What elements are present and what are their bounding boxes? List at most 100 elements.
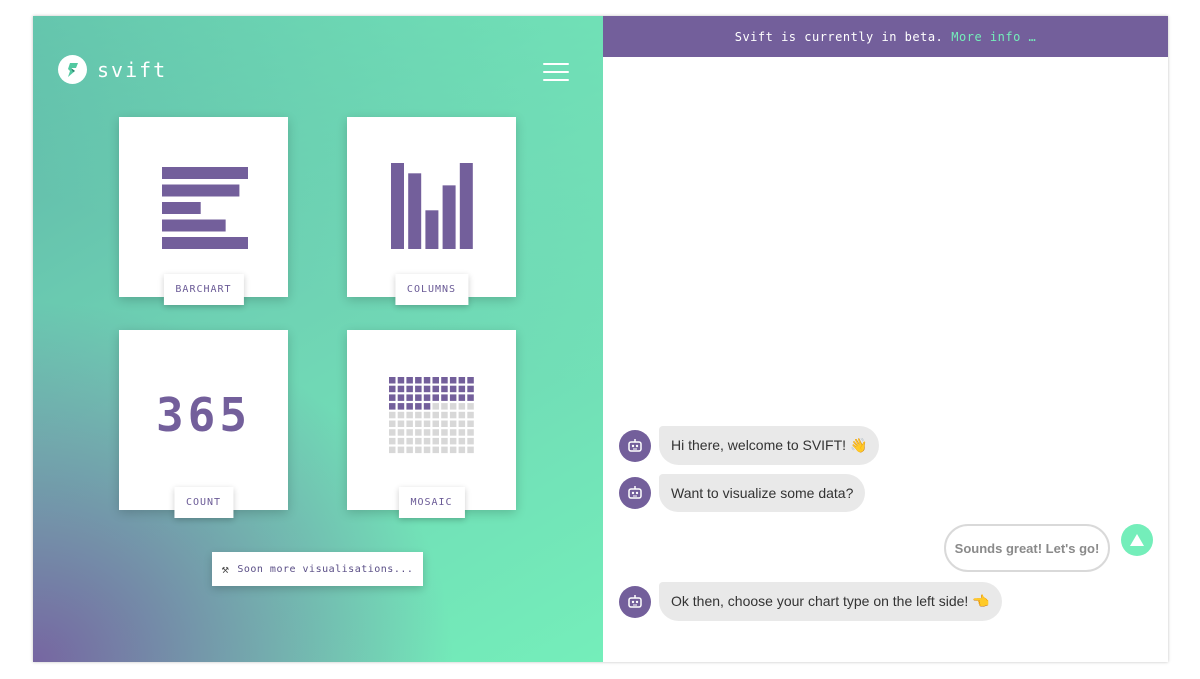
- mosaic-icon-cell: [432, 403, 439, 410]
- mosaic-icon-cell: [449, 429, 457, 436]
- robot-icon: [619, 585, 651, 618]
- mosaic-icon-cell: [397, 411, 405, 419]
- chat-message-bot: Hi there, welcome to SVIFT! 👋: [619, 426, 880, 465]
- mosaic-icon-cell: [449, 377, 457, 384]
- mosaic-icon-cell: [423, 385, 431, 393]
- mosaic-icon-cell: [449, 403, 457, 410]
- chart-picker-panel: svift BARCHART COLUMNS 365 COUNT MOSAIC …: [33, 16, 603, 662]
- mosaic-icon-cell: [389, 377, 396, 384]
- mosaic-icon-cell: [406, 403, 413, 410]
- mosaic-icon-cell: [458, 429, 466, 436]
- mosaic-icon-cell: [458, 403, 466, 410]
- chat-bubble: Hi there, welcome to SVIFT! 👋: [659, 426, 880, 465]
- mosaic-icon-cell: [458, 446, 466, 454]
- mosaic-icon-cell: [397, 377, 405, 384]
- card-label-columns: COLUMNS: [394, 274, 469, 305]
- columns-icon-bar: [391, 163, 404, 249]
- mosaic-icon-cell: [397, 429, 405, 436]
- mosaic-icon-cell: [441, 411, 448, 419]
- mosaic-icon-cell: [449, 411, 457, 419]
- mosaic-icon-cell: [432, 429, 439, 436]
- mosaic-icon-cell: [423, 429, 431, 436]
- user-reply-button[interactable]: Sounds great! Let's go!: [944, 524, 1110, 572]
- more-info-link[interactable]: More info …: [951, 30, 1036, 44]
- logo[interactable]: svift: [58, 55, 167, 84]
- mosaic-icon-cell: [441, 403, 448, 410]
- chat-message-bot: Want to visualize some data?: [619, 474, 866, 512]
- mosaic-icon: [389, 377, 474, 454]
- soon-text: Soon more visualisations...: [237, 563, 414, 575]
- columns-icon-bar: [459, 163, 473, 249]
- mosaic-icon-cell: [467, 411, 474, 419]
- chart-card-mosaic[interactable]: MOSAIC: [347, 330, 516, 518]
- mosaic-icon-cell: [449, 446, 457, 454]
- mosaic-icon-cell: [397, 420, 405, 427]
- mosaic-icon-cell: [441, 420, 448, 427]
- mosaic-icon-cell: [432, 385, 439, 393]
- card-label-count: COUNT: [173, 487, 234, 518]
- barchart-icon-bar: [162, 167, 248, 179]
- barchart-icon-bar: [162, 202, 201, 214]
- mosaic-icon-cell: [432, 437, 439, 445]
- mosaic-icon-cell: [467, 394, 474, 401]
- chart-card-barchart[interactable]: BARCHART: [119, 117, 288, 305]
- mosaic-icon-cell: [397, 394, 405, 401]
- mosaic-icon-cell: [432, 446, 439, 454]
- columns-icon-bar: [442, 185, 456, 249]
- mosaic-icon-cell: [467, 377, 474, 384]
- mosaic-icon-cell: [432, 394, 439, 401]
- mosaic-icon-cell: [441, 429, 448, 436]
- mosaic-icon-cell: [458, 411, 466, 419]
- mosaic-icon-cell: [415, 437, 422, 445]
- svift-logo-icon: [58, 55, 87, 84]
- robot-icon: [619, 429, 651, 462]
- user-triangle-icon: [1121, 524, 1153, 556]
- mosaic-icon-cell: [467, 437, 474, 445]
- mosaic-icon-cell: [458, 377, 466, 384]
- mosaic-icon-cell: [449, 394, 457, 401]
- barchart-icon-bar: [162, 237, 248, 249]
- mosaic-icon-cell: [415, 411, 422, 419]
- mosaic-icon-cell: [423, 446, 431, 454]
- mosaic-icon-cell: [389, 437, 396, 445]
- mosaic-icon-cell: [441, 377, 448, 384]
- mosaic-icon-cell: [415, 377, 422, 384]
- mosaic-icon-cell: [449, 385, 457, 393]
- logo-text: svift: [97, 57, 168, 82]
- mosaic-icon-cell: [458, 394, 466, 401]
- mosaic-icon-cell: [432, 411, 439, 419]
- chart-card-count[interactable]: 365 COUNT: [119, 330, 288, 518]
- chat-bubble: Ok then, choose your chart type on the l…: [659, 582, 1002, 621]
- soon-more-banner: ⚒ Soon more visualisations...: [212, 552, 423, 586]
- mosaic-icon-cell: [406, 429, 413, 436]
- chart-card-columns[interactable]: COLUMNS: [347, 117, 516, 305]
- mosaic-icon-cell: [458, 437, 466, 445]
- mosaic-icon-cell: [449, 420, 457, 427]
- mosaic-icon-cell: [406, 377, 413, 384]
- mosaic-icon-cell: [397, 385, 405, 393]
- mosaic-icon-cell: [389, 420, 396, 427]
- count-number: 365: [155, 388, 252, 442]
- hamburger-menu-icon[interactable]: [543, 63, 569, 83]
- mosaic-icon-cell: [458, 420, 466, 427]
- chat-bubble: Want to visualize some data?: [659, 474, 866, 512]
- robot-icon: [619, 477, 651, 509]
- mosaic-icon-cell: [397, 403, 405, 410]
- mosaic-icon-cell: [415, 385, 422, 393]
- app-frame: svift BARCHART COLUMNS 365 COUNT MOSAIC …: [33, 16, 1168, 662]
- mosaic-icon-cell: [406, 394, 413, 401]
- mosaic-icon-cell: [467, 420, 474, 427]
- mosaic-icon-cell: [449, 437, 457, 445]
- mosaic-icon-cell: [406, 446, 413, 454]
- mosaic-icon-cell: [406, 420, 413, 427]
- mosaic-icon-cell: [467, 385, 474, 393]
- chat-panel: Svift is currently in beta. More info … …: [603, 16, 1168, 662]
- mosaic-icon-cell: [441, 394, 448, 401]
- columns-icon-bar: [425, 210, 439, 249]
- columns-icon: [391, 163, 473, 249]
- mosaic-icon-cell: [441, 437, 448, 445]
- mosaic-icon-cell: [389, 411, 396, 419]
- mosaic-icon-cell: [406, 385, 413, 393]
- chat-message-bot: Ok then, choose your chart type on the l…: [619, 582, 1002, 621]
- mosaic-icon-cell: [415, 420, 422, 427]
